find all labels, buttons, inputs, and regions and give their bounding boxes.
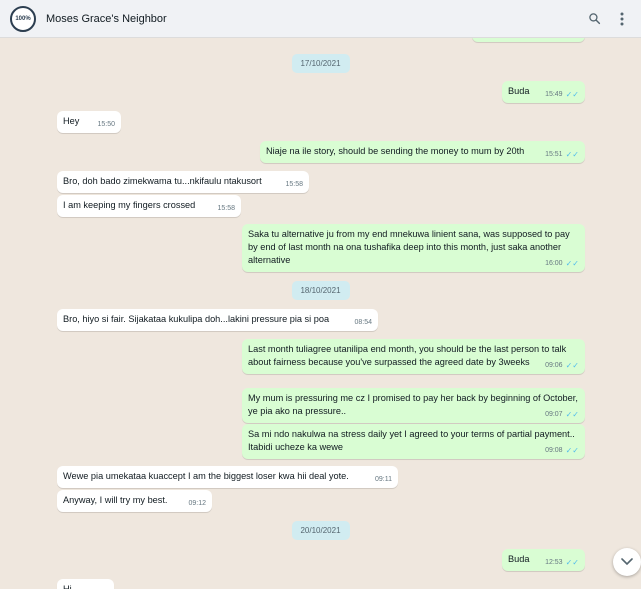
message-time: 15:58	[217, 205, 235, 212]
chat-title[interactable]: Moses Grace's Neighbor	[46, 13, 167, 25]
message-meta: 08:54	[354, 318, 372, 327]
message-time: 09:12	[188, 500, 206, 507]
message-meta: 15:49 ✓✓	[545, 90, 579, 99]
message-meta: 15:58	[217, 204, 235, 213]
message-text: My mum is pressuring me cz I promised to…	[248, 393, 578, 416]
message-meta: 09:12	[188, 499, 206, 508]
message-in[interactable]: Wewe pia umekataa kuaccept I am the bigg…	[57, 466, 398, 488]
message-time: 09:08	[545, 447, 563, 454]
read-ticks-icon: ✓✓	[565, 361, 579, 370]
chat-header: 100% Moses Grace's Neighbor	[0, 0, 641, 38]
message-out-partial	[472, 38, 585, 42]
message-time: 09:06	[545, 362, 563, 369]
message-text: Saka tu alternative ju from my end mneku…	[248, 229, 570, 265]
message-time: 12:53	[545, 559, 563, 566]
search-icon[interactable]	[587, 12, 601, 26]
read-ticks-icon: ✓✓	[565, 410, 579, 419]
message-time: 09:11	[375, 476, 392, 483]
date-divider: 17/10/2021	[291, 54, 350, 73]
message-time: 15:51	[545, 151, 563, 158]
message-meta: 09:06 ✓✓	[545, 361, 579, 370]
message-time: 08:54	[354, 319, 372, 326]
message-out[interactable]: Last month tuliagree utanilipa end month…	[242, 339, 585, 374]
message-time: 15:49	[545, 91, 563, 98]
message-text: Buda	[508, 86, 530, 96]
message-in[interactable]: I am keeping my fingers crossed 15:58	[57, 195, 241, 217]
date-divider: 20/10/2021	[291, 521, 350, 540]
message-text: Bro, hiyo si fair. Sijakataa kukulipa do…	[63, 314, 330, 324]
message-text: Bro, doh bado zimekwama tu...nkifaulu nt…	[63, 176, 262, 186]
message-meta: 09:07 ✓✓	[545, 410, 579, 419]
message-meta: 15:51 ✓✓	[545, 150, 579, 159]
read-ticks-icon: ✓✓	[565, 446, 579, 455]
avatar-text: 100%	[15, 15, 31, 22]
avatar[interactable]: 100%	[10, 5, 36, 32]
message-text: I am keeping my fingers crossed	[63, 200, 196, 210]
message-out[interactable]: Buda 12:53 ✓✓	[502, 549, 585, 571]
message-text: Hey	[63, 116, 80, 126]
menu-icon[interactable]	[615, 12, 629, 26]
message-time: 15:50	[97, 121, 115, 128]
message-meta: 12:53 ✓✓	[545, 558, 579, 567]
message-text: Sa mi ndo nakulwa na stress daily yet I …	[248, 429, 575, 452]
message-out[interactable]: Sa mi ndo nakulwa na stress daily yet I …	[242, 424, 585, 459]
message-list[interactable]: 17/10/2021 Buda 15:49 ✓✓ Hey 15:50 Niaje …	[0, 38, 641, 589]
read-ticks-icon: ✓✓	[565, 558, 579, 567]
message-meta: 09:08 ✓✓	[545, 446, 579, 455]
message-text: Buda	[508, 554, 530, 564]
scroll-to-bottom-button[interactable]	[613, 548, 641, 576]
chevron-down-icon	[621, 558, 633, 566]
message-out[interactable]: Saka tu alternative ju from my end mneku…	[242, 224, 585, 272]
message-in[interactable]: Bro, doh bado zimekwama tu...nkifaulu nt…	[57, 171, 309, 193]
read-ticks-icon: ✓✓	[565, 90, 579, 99]
message-time: 09:07	[545, 411, 563, 418]
date-divider: 18/10/2021	[291, 281, 350, 300]
message-text: Anyway, I will try my best.	[63, 495, 168, 505]
message-meta: 16:00 ✓✓	[545, 259, 579, 268]
message-text: Niaje na ile story, should be sending th…	[266, 146, 525, 156]
message-meta: 15:50	[97, 120, 115, 129]
message-text: Wewe pia umekataa kuaccept I am the bigg…	[63, 471, 349, 481]
message-in[interactable]: Bro, hiyo si fair. Sijakataa kukulipa do…	[57, 309, 378, 331]
message-text: Last month tuliagree utanilipa end month…	[248, 344, 567, 367]
read-ticks-icon: ✓✓	[565, 150, 579, 159]
message-out[interactable]: Niaje na ile story, should be sending th…	[260, 141, 585, 163]
message-meta: 09:11	[375, 475, 392, 484]
message-time: 16:00	[545, 260, 563, 267]
message-time: 15:58	[285, 181, 303, 188]
message-in[interactable]: Anyway, I will try my best. 09:12	[57, 490, 212, 512]
message-in[interactable]: Hey 15:50	[57, 111, 121, 133]
header-actions	[587, 12, 629, 26]
message-text: Hi	[63, 584, 72, 589]
message-out[interactable]: Buda 15:49 ✓✓	[502, 81, 585, 103]
read-ticks-icon: ✓✓	[565, 259, 579, 268]
message-out[interactable]: My mum is pressuring me cz I promised to…	[242, 388, 585, 423]
message-meta: 15:58	[285, 180, 303, 189]
message-in[interactable]: Hi	[57, 579, 114, 589]
